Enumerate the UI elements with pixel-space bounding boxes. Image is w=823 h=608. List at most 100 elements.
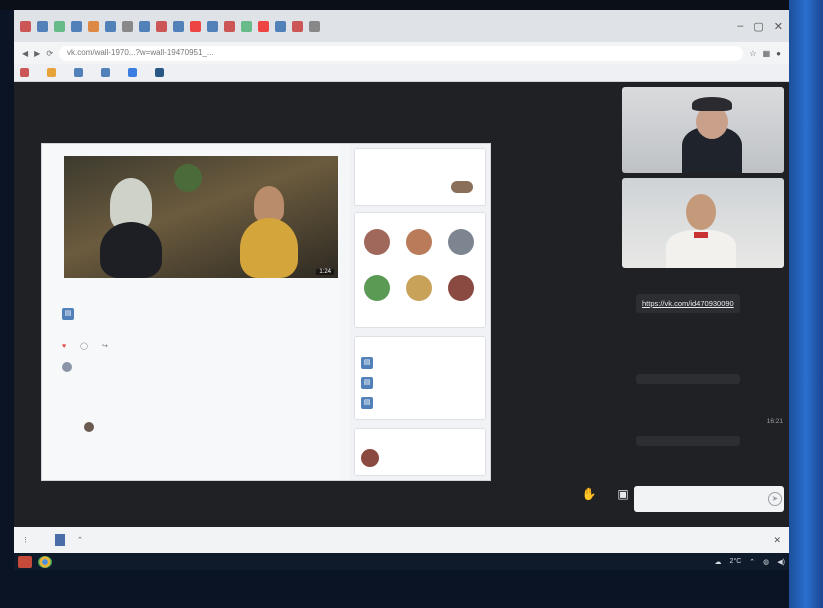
members-title[interactable] bbox=[355, 429, 485, 435]
reload-icon[interactable]: ⟳ bbox=[46, 49, 53, 58]
tab-icon[interactable] bbox=[224, 20, 235, 32]
documents-title[interactable] bbox=[355, 337, 485, 343]
video-duration: 1:24 bbox=[316, 269, 334, 275]
bookmark[interactable] bbox=[47, 68, 60, 77]
bookmark[interactable] bbox=[74, 68, 87, 77]
friend-item[interactable] bbox=[441, 275, 481, 303]
download-bar: ⋮ ⌃ ✕ bbox=[14, 527, 789, 553]
document-item[interactable]: ▤ bbox=[361, 377, 377, 389]
send-icon[interactable]: ➤ bbox=[768, 492, 782, 506]
friend-item[interactable] bbox=[441, 229, 481, 257]
avatar[interactable] bbox=[84, 422, 94, 432]
like-button[interactable]: ♥ bbox=[62, 343, 66, 350]
chat-message bbox=[636, 436, 740, 446]
avatar bbox=[448, 229, 474, 255]
tab-icon[interactable] bbox=[207, 20, 218, 32]
meeting-main-area: 1:24 ▤ ♥ ◯ ↪ ▤ ▤ ▤ bbox=[14, 82, 614, 527]
document-icon: ▤ bbox=[361, 377, 373, 389]
taskbar-app-icon[interactable] bbox=[18, 555, 32, 568]
bookmark[interactable] bbox=[128, 68, 141, 77]
present-screen-icon[interactable]: ▣ bbox=[614, 487, 632, 501]
document-item[interactable]: ▤ bbox=[361, 397, 377, 409]
tab-icon[interactable] bbox=[88, 20, 99, 32]
avatar bbox=[364, 275, 390, 301]
participant-bowtie bbox=[694, 232, 708, 238]
weather-temperature[interactable]: 2°C bbox=[730, 558, 742, 565]
friend-item[interactable] bbox=[399, 275, 439, 303]
profile-icon[interactable]: ● bbox=[776, 49, 781, 58]
friend-item[interactable] bbox=[357, 229, 397, 257]
minimize-icon[interactable]: – bbox=[737, 20, 743, 33]
tab-icon[interactable] bbox=[37, 20, 48, 32]
volume-icon[interactable]: ◀) bbox=[777, 558, 785, 566]
tab-icon[interactable] bbox=[105, 20, 116, 32]
tab-icon[interactable] bbox=[258, 20, 269, 32]
chevron-up-icon[interactable]: ⌃ bbox=[77, 536, 83, 544]
tab-icon[interactable] bbox=[156, 20, 167, 32]
avatar bbox=[406, 229, 432, 255]
meeting-controls: ✋ ▣ bbox=[580, 487, 632, 501]
group-sidebar: ▤ ▤ ▤ bbox=[350, 144, 490, 480]
forward-icon[interactable]: ▶ bbox=[34, 49, 40, 58]
download-menu-icon[interactable]: ⋮ bbox=[22, 536, 29, 544]
attachment-link[interactable]: ▤ bbox=[62, 308, 78, 320]
file-icon bbox=[55, 534, 65, 546]
screen: – ▢ ✕ ◀ ▶ ⟳ vk.com/wall-1970...?w=wall-1… bbox=[14, 10, 789, 570]
network-icon[interactable]: ◍ bbox=[763, 558, 769, 566]
participant-tile[interactable] bbox=[622, 178, 784, 268]
tab-icon[interactable] bbox=[71, 20, 82, 32]
shared-screen: 1:24 ▤ ♥ ◯ ↪ ▤ ▤ ▤ bbox=[42, 144, 490, 480]
address-bar-actions: ☆ ▦ ● bbox=[749, 49, 781, 58]
chat-message-input[interactable] bbox=[634, 486, 784, 512]
share-icon[interactable]: ↪ bbox=[102, 342, 108, 350]
member-item[interactable] bbox=[361, 449, 383, 467]
tab-icon[interactable] bbox=[292, 20, 303, 32]
document-icon: ▤ bbox=[361, 357, 373, 369]
chrome-icon[interactable] bbox=[38, 555, 52, 568]
tab-icon[interactable] bbox=[275, 20, 286, 32]
avatar bbox=[364, 229, 390, 255]
document-icon: ▤ bbox=[361, 397, 373, 409]
side-card-title[interactable] bbox=[355, 149, 485, 155]
participant-tile[interactable] bbox=[622, 87, 784, 173]
maximize-icon[interactable]: ▢ bbox=[753, 20, 763, 33]
chevron-up-icon[interactable]: ⌃ bbox=[749, 558, 755, 566]
comment bbox=[62, 362, 332, 374]
tab-icon[interactable] bbox=[122, 20, 133, 32]
close-icon[interactable]: ✕ bbox=[773, 535, 781, 546]
download-item[interactable]: ⌃ bbox=[39, 534, 83, 546]
avatar bbox=[361, 449, 379, 467]
extensions-icon[interactable]: ▦ bbox=[763, 49, 771, 58]
bookmark-icon bbox=[101, 68, 110, 77]
tab-icon[interactable] bbox=[54, 20, 65, 32]
tab-icon[interactable] bbox=[190, 20, 201, 32]
tab-icon[interactable] bbox=[20, 20, 31, 32]
bookmark[interactable] bbox=[101, 68, 114, 77]
address-bar: ◀ ▶ ⟳ vk.com/wall-1970...?w=wall-1947095… bbox=[14, 42, 789, 64]
bookmark[interactable] bbox=[20, 68, 33, 77]
post-video[interactable]: 1:24 bbox=[64, 156, 338, 278]
tab-icon[interactable] bbox=[139, 20, 150, 32]
tab-icon[interactable] bbox=[241, 20, 252, 32]
tab-icon[interactable] bbox=[309, 20, 320, 32]
star-icon[interactable]: ☆ bbox=[749, 49, 756, 58]
close-icon[interactable]: ✕ bbox=[774, 20, 783, 33]
bookmark[interactable] bbox=[155, 68, 168, 77]
friends-title[interactable] bbox=[355, 213, 485, 219]
raise-hand-icon[interactable]: ✋ bbox=[580, 487, 598, 501]
friend-item[interactable] bbox=[357, 275, 397, 303]
chat-message[interactable]: https://vk.com/id470930090 bbox=[636, 294, 740, 314]
avatar bbox=[448, 275, 474, 301]
bookmarks-bar bbox=[14, 64, 789, 82]
url-field[interactable]: vk.com/wall-1970...?w=wall-19470951_... bbox=[59, 45, 744, 61]
weather-icon[interactable]: ☁ bbox=[715, 558, 722, 566]
avatar[interactable] bbox=[62, 362, 72, 372]
tab-icon[interactable] bbox=[173, 20, 184, 32]
back-icon[interactable]: ◀ bbox=[22, 49, 28, 58]
video-person bbox=[254, 186, 284, 222]
document-item[interactable]: ▤ bbox=[361, 357, 377, 369]
avatar bbox=[406, 275, 432, 301]
friend-item[interactable] bbox=[399, 229, 439, 257]
side-card-top bbox=[354, 148, 486, 206]
comment-button[interactable]: ◯ bbox=[80, 342, 88, 350]
